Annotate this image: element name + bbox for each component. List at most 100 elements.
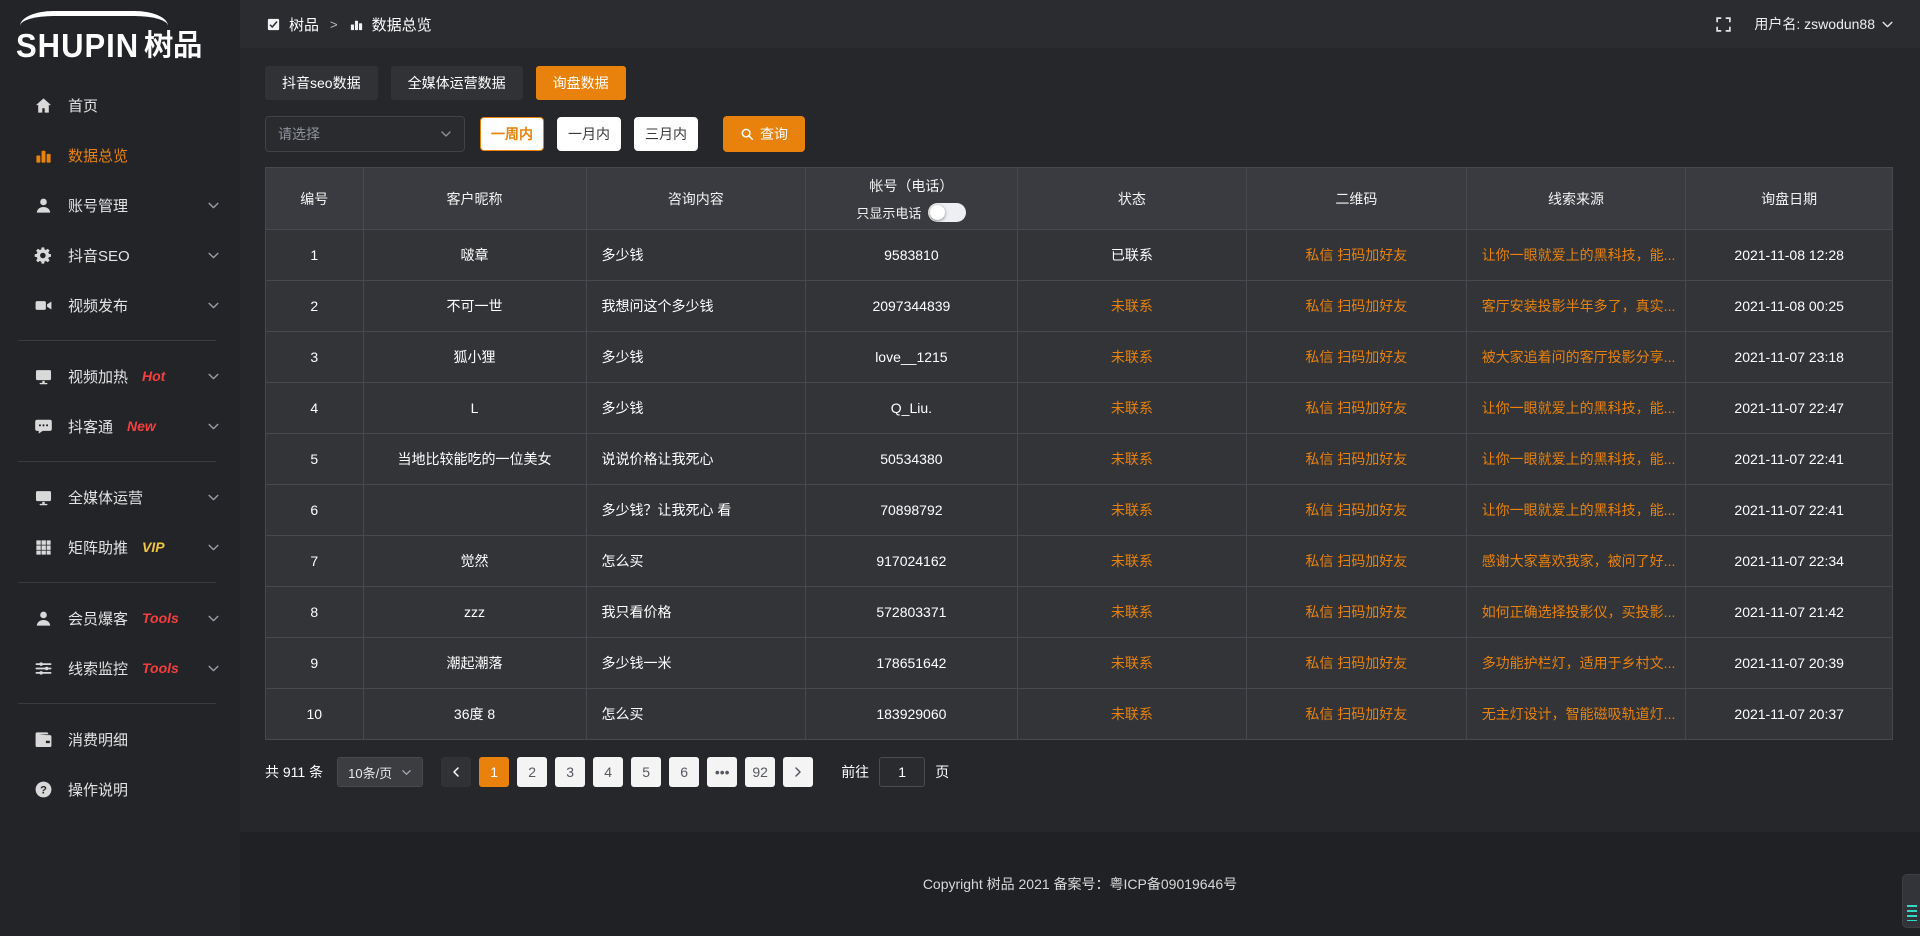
sidebar-item-video-publish[interactable]: 视频发布 — [0, 280, 240, 330]
cell-lead-source[interactable]: 让你一眼就爱上的黑科技，能... — [1466, 230, 1686, 281]
cell-row-number: 9 — [266, 638, 364, 689]
cell-lead-source[interactable]: 被大家追着问的客厅投影分享... — [1466, 332, 1686, 383]
video-icon — [34, 296, 53, 315]
cell-lead-source[interactable]: 如何正确选择投影仪，买投影... — [1466, 587, 1686, 638]
bar-chart-icon — [34, 146, 53, 165]
cell-row-number: 3 — [266, 332, 364, 383]
cell-lead-source[interactable]: 让你一眼就爱上的黑科技，能... — [1466, 434, 1686, 485]
cell-inquiry-date: 2021-11-07 20:39 — [1686, 638, 1893, 689]
sidebar-item-lead-monitor[interactable]: 线索监控Tools — [0, 643, 240, 693]
cell-row-number: 4 — [266, 383, 364, 434]
fullscreen-icon[interactable] — [1715, 16, 1732, 33]
username-label[interactable]: 用户名: zswodun88 — [1754, 14, 1875, 34]
cell-qr-links[interactable]: 私信 扫码加好友 — [1247, 434, 1467, 485]
sidebar-item-video-heating[interactable]: 视频加热Hot — [0, 351, 240, 401]
corner-widget[interactable] — [1902, 874, 1920, 928]
sidebar-item-label: 账号管理 — [68, 195, 128, 216]
monitor-icon — [34, 367, 53, 386]
app-logo[interactable]: SHUPIN 树品 — [0, 10, 240, 66]
cell-lead-source[interactable]: 让你一眼就爱上的黑科技，能... — [1466, 383, 1686, 434]
sidebar-item-operation-guide[interactable]: ?操作说明 — [0, 764, 240, 814]
cell-lead-source[interactable]: 感谢大家喜欢我家，被问了好... — [1466, 536, 1686, 587]
cell-lead-source[interactable]: 无主灯设计，智能磁吸轨道灯... — [1466, 689, 1686, 740]
sidebar-item-label: 矩阵助推 — [68, 537, 128, 558]
sidebar-item-data-overview[interactable]: 数据总览 — [0, 130, 240, 180]
period-button-within-quarter[interactable]: 三月内 — [634, 117, 698, 151]
table-row: 1啵章多少钱9583810已联系私信 扫码加好友让你一眼就爱上的黑科技，能...… — [266, 230, 1893, 281]
sidebar-item-member-baoke[interactable]: 会员爆客Tools — [0, 593, 240, 643]
sidebar-item-label: 视频发布 — [68, 295, 128, 316]
chevron-down-icon — [207, 491, 220, 504]
cell-inquiry-content: 多少钱 — [586, 332, 806, 383]
cell-row-number: 7 — [266, 536, 364, 587]
filter-select[interactable]: 请选择 — [265, 116, 465, 152]
cell-inquiry-content: 多少钱 — [586, 230, 806, 281]
tab-inquiry-data[interactable]: 询盘数据 — [536, 66, 626, 100]
gear-icon — [34, 246, 53, 265]
sidebar-menu: 首页数据总览账号管理抖音SEO 视频发布视频加热Hot抖客通New 全媒体运营矩阵助… — [0, 80, 240, 814]
page-button-1[interactable]: 1 — [479, 757, 509, 787]
tab-omnimedia-data[interactable]: 全媒体运营数据 — [391, 66, 523, 100]
cell-qr-links[interactable]: 私信 扫码加好友 — [1247, 689, 1467, 740]
chevron-down-icon — [207, 199, 220, 212]
cell-qr-links[interactable]: 私信 扫码加好友 — [1247, 587, 1467, 638]
next-page-button[interactable] — [783, 757, 813, 787]
cell-customer-nickname: 觉然 — [363, 536, 586, 587]
bar-chart-icon — [349, 17, 364, 32]
period-button-within-month[interactable]: 一月内 — [557, 117, 621, 151]
sidebar-item-matrix-boost[interactable]: 矩阵助推VIP — [0, 522, 240, 572]
main-column: 树品 > 数据总览 用户名: zswodun88 抖音seo数据全媒体运营数据询… — [240, 0, 1920, 936]
sidebar-item-account-management[interactable]: 账号管理 — [0, 180, 240, 230]
cell-lead-source[interactable]: 客厅安装投影半年多了，真实... — [1466, 281, 1686, 332]
cell-customer-nickname: zzz — [363, 587, 586, 638]
goto-page-input[interactable] — [879, 757, 925, 787]
sidebar-item-douketong[interactable]: 抖客通New — [0, 401, 240, 451]
table-row: 7觉然怎么买917024162未联系私信 扫码加好友感谢大家喜欢我家，被问了好.… — [266, 536, 1893, 587]
table-row: 3狐小狸多少钱love__1215未联系私信 扫码加好友被大家追着问的客厅投影分… — [266, 332, 1893, 383]
table-row: 8zzz我只看价格572803371未联系私信 扫码加好友如何正确选择投影仪，买… — [266, 587, 1893, 638]
cell-qr-links[interactable]: 私信 扫码加好友 — [1247, 332, 1467, 383]
cell-status: 未联系 — [1017, 281, 1246, 332]
sidebar-item-home[interactable]: 首页 — [0, 80, 240, 130]
tab-douyin-seo-data[interactable]: 抖音seo数据 — [265, 66, 378, 100]
page-button-2[interactable]: 2 — [517, 757, 547, 787]
cell-qr-links[interactable]: 私信 扫码加好友 — [1247, 281, 1467, 332]
phone-toggle-row: 只显示电话 — [806, 203, 1017, 222]
page-button-5[interactable]: 5 — [631, 757, 661, 787]
sidebar-item-label: 数据总览 — [68, 145, 128, 166]
period-buttons: 一周内一月内三月内 — [480, 117, 698, 151]
footer: Copyright 树品 2021 备案号：粤ICP备09019646号 — [240, 832, 1920, 936]
cell-qr-links[interactable]: 私信 扫码加好友 — [1247, 536, 1467, 587]
phone-only-toggle[interactable] — [928, 203, 966, 222]
cell-lead-source[interactable]: 让你一眼就爱上的黑科技，能... — [1466, 485, 1686, 536]
cell-account-phone: 178651642 — [806, 638, 1018, 689]
sidebar-item-consumption-detail[interactable]: 消费明细 — [0, 714, 240, 764]
cell-inquiry-date: 2021-11-08 00:25 — [1686, 281, 1893, 332]
cell-qr-links[interactable]: 私信 扫码加好友 — [1247, 638, 1467, 689]
page-button-3[interactable]: 3 — [555, 757, 585, 787]
cell-customer-nickname: 潮起潮落 — [363, 638, 586, 689]
sidebar-item-label: 视频加热 — [68, 366, 128, 387]
page-button-6[interactable]: 6 — [669, 757, 699, 787]
cell-status: 未联系 — [1017, 587, 1246, 638]
sidebar-item-label: 抖客通 — [68, 416, 113, 437]
breadcrumb-root[interactable]: 树品 — [289, 14, 319, 35]
page-button-92[interactable]: 92 — [745, 757, 775, 787]
search-icon — [740, 127, 754, 141]
prev-page-button[interactable] — [441, 757, 471, 787]
sidebar-item-douyin-seo[interactable]: 抖音SEO — [0, 230, 240, 280]
cell-qr-links[interactable]: 私信 扫码加好友 — [1247, 383, 1467, 434]
cell-status: 未联系 — [1017, 638, 1246, 689]
cell-qr-links[interactable]: 私信 扫码加好友 — [1247, 485, 1467, 536]
page-button-4[interactable]: 4 — [593, 757, 623, 787]
chevron-down-icon[interactable] — [1881, 18, 1894, 31]
search-button[interactable]: 查询 — [723, 116, 805, 152]
sidebar-item-omnimedia-operation[interactable]: 全媒体运营 — [0, 472, 240, 522]
cell-qr-links[interactable]: 私信 扫码加好友 — [1247, 230, 1467, 281]
cell-lead-source[interactable]: 多功能护栏灯，适用于乡村文... — [1466, 638, 1686, 689]
page-ellipsis[interactable]: ••• — [707, 757, 737, 787]
page-size-select[interactable]: 10条/页 — [337, 757, 423, 787]
column-header: 帐号（电话）只显示电话 — [806, 168, 1018, 230]
sidebar-item-label: 全媒体运营 — [68, 487, 143, 508]
period-button-within-week[interactable]: 一周内 — [480, 117, 544, 151]
